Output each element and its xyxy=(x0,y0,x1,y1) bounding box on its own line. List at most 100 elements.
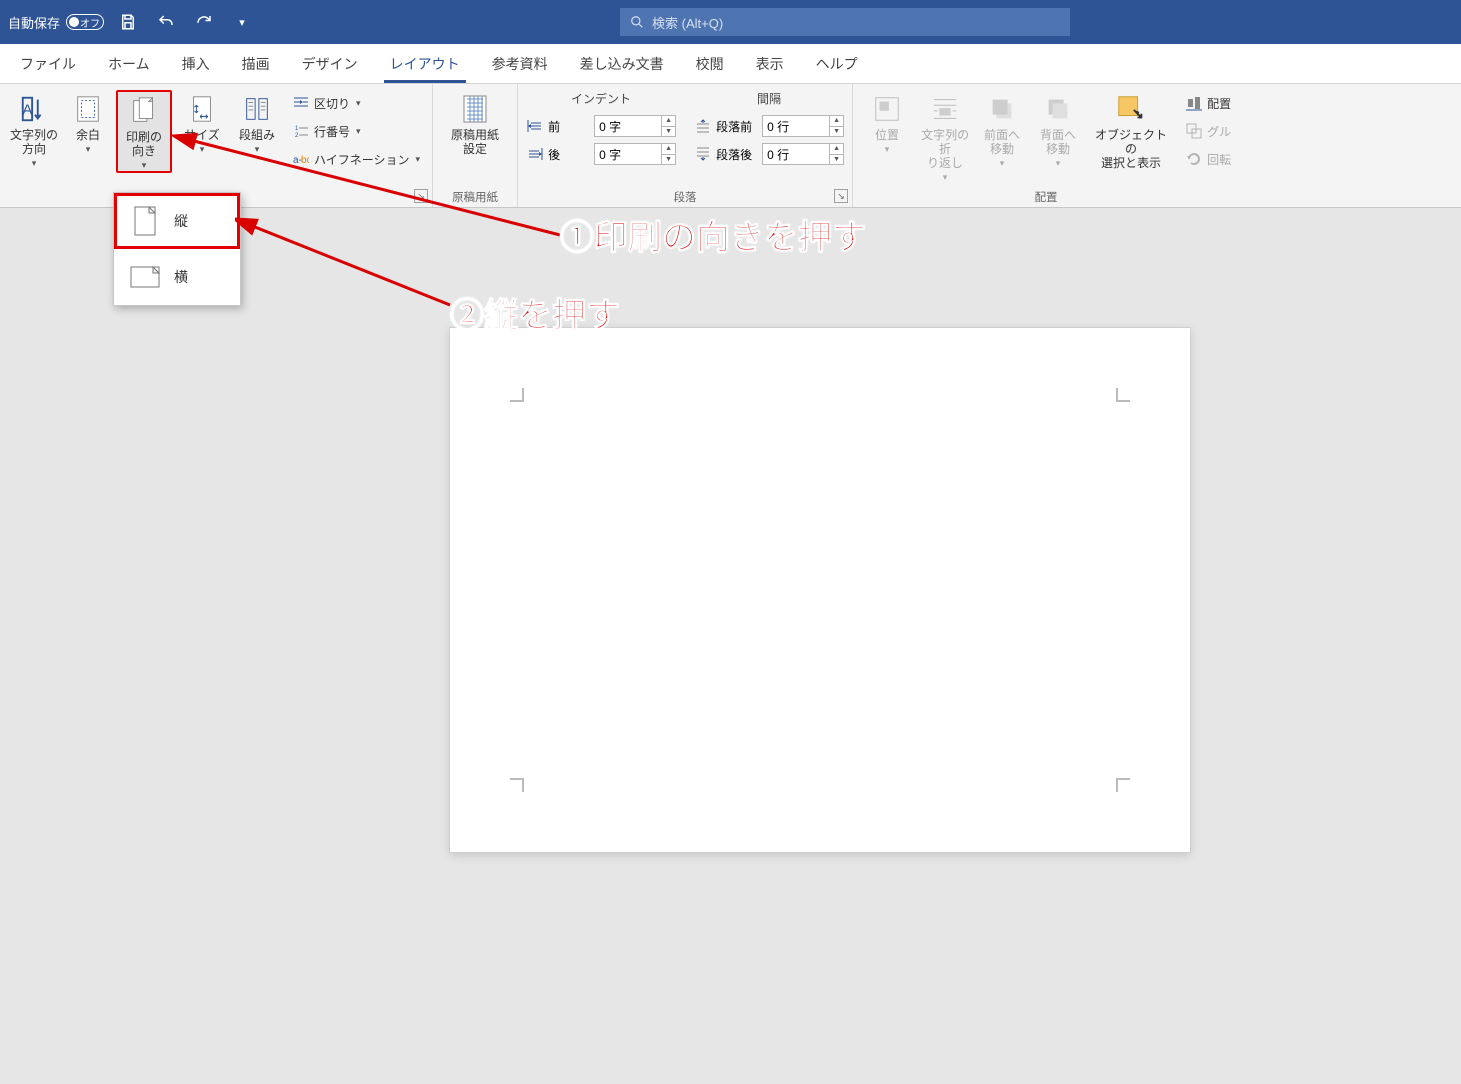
margins-icon xyxy=(71,92,105,126)
spin-up-icon[interactable]: ▲ xyxy=(661,144,675,155)
group-page-setup: A 文字列の 方向 ▾ 余白 ▾ 印刷の 向き ▾ xyxy=(0,84,433,207)
spacing-before-spinner[interactable]: ▲▼ xyxy=(762,115,844,137)
group-icon xyxy=(1185,122,1203,140)
pagesetup-dialog-launcher[interactable]: ↘ xyxy=(414,189,428,203)
orientation-portrait[interactable]: 縦 xyxy=(114,193,240,249)
spin-down-icon[interactable]: ▼ xyxy=(661,127,675,137)
spacing-after-icon xyxy=(694,146,712,162)
group-label-arrange: 配置 xyxy=(861,187,1231,205)
indent-left-spinner[interactable]: ▲▼ xyxy=(594,115,676,137)
align-icon xyxy=(1185,94,1203,112)
tab-layout[interactable]: レイアウト xyxy=(374,44,476,83)
wrap-icon xyxy=(928,92,962,126)
search-icon xyxy=(630,15,644,29)
crop-mark xyxy=(1116,388,1130,402)
landscape-icon xyxy=(130,261,160,293)
orientation-button[interactable]: 印刷の 向き ▾ xyxy=(116,90,172,173)
columns-button[interactable]: 段組み ▾ xyxy=(232,90,282,155)
chevron-down-icon: ▾ xyxy=(86,144,91,155)
spin-down-icon[interactable]: ▼ xyxy=(829,155,843,165)
ribbon-layout: A 文字列の 方向 ▾ 余白 ▾ 印刷の 向き ▾ xyxy=(0,84,1461,208)
chevron-down-icon: ▾ xyxy=(255,144,260,155)
spin-up-icon[interactable]: ▲ xyxy=(661,116,675,127)
autosave-toggle[interactable]: 自動保存 オフ xyxy=(8,13,104,32)
spacing-title: 間隔 xyxy=(694,90,844,107)
text-direction-icon: A xyxy=(17,92,51,126)
spacing-after-spinner[interactable]: ▲▼ xyxy=(762,143,844,165)
save-icon[interactable] xyxy=(114,8,142,36)
spin-up-icon[interactable]: ▲ xyxy=(829,116,843,127)
search-box[interactable]: 検索 (Alt+Q) xyxy=(620,8,1070,36)
svg-text:A: A xyxy=(22,102,32,119)
spacing-after-row: 段落後 ▲▼ xyxy=(694,143,844,165)
hyphenation-button[interactable]: a-bc ハイフネーション ▾ xyxy=(292,146,420,172)
qat-more-icon[interactable]: ▾ xyxy=(228,8,256,36)
manuscript-icon xyxy=(458,92,492,126)
indent-title: インデント xyxy=(526,90,676,107)
group-label-manuscript: 原稿用紙 xyxy=(441,187,509,205)
breaks-button[interactable]: 区切り ▾ xyxy=(292,90,420,116)
size-icon xyxy=(185,92,219,126)
position-button: 位置▾ xyxy=(861,90,913,155)
crop-mark xyxy=(510,388,524,402)
tab-draw[interactable]: 描画 xyxy=(226,44,286,83)
tab-file[interactable]: ファイル xyxy=(4,44,92,83)
group-label-paragraph: 段落 xyxy=(526,187,844,205)
spin-down-icon[interactable]: ▼ xyxy=(661,155,675,165)
indent-right-input[interactable] xyxy=(595,144,661,164)
undo-icon[interactable] xyxy=(152,8,180,36)
selection-pane-icon xyxy=(1114,92,1148,126)
send-backward-icon xyxy=(1041,92,1075,126)
portrait-icon xyxy=(130,205,160,237)
margins-button[interactable]: 余白 ▾ xyxy=(66,90,110,155)
tab-home[interactable]: ホーム xyxy=(92,44,166,83)
size-button[interactable]: サイズ ▾ xyxy=(178,90,226,155)
chevron-down-icon: ▾ xyxy=(356,98,361,109)
spacing-before-icon xyxy=(694,118,712,134)
indent-left-input[interactable] xyxy=(595,116,661,136)
columns-icon xyxy=(240,92,274,126)
tab-references[interactable]: 参考資料 xyxy=(476,44,564,83)
position-icon xyxy=(870,92,904,126)
spin-up-icon[interactable]: ▲ xyxy=(829,144,843,155)
page[interactable] xyxy=(450,328,1190,852)
orientation-menu: 縦 横 xyxy=(113,192,241,306)
line-numbers-button[interactable]: 12 行番号 ▾ xyxy=(292,118,420,144)
tab-design[interactable]: デザイン xyxy=(286,44,374,83)
text-direction-button[interactable]: A 文字列の 方向 ▾ xyxy=(8,90,60,169)
chevron-down-icon: ▾ xyxy=(200,144,205,155)
spacing-after-input[interactable] xyxy=(763,144,829,164)
breaks-icon xyxy=(292,94,310,112)
indent-left-row: 前 ▲▼ xyxy=(526,115,676,137)
align-button[interactable]: 配置 xyxy=(1185,90,1231,116)
document-canvas[interactable] xyxy=(0,208,1461,1084)
spin-down-icon[interactable]: ▼ xyxy=(829,127,843,137)
tab-insert[interactable]: 挿入 xyxy=(166,44,226,83)
indent-right-row: 後 ▲▼ xyxy=(526,143,676,165)
group-objects-button[interactable]: グル xyxy=(1185,118,1231,144)
redo-icon[interactable] xyxy=(190,8,218,36)
indent-right-icon xyxy=(526,146,544,162)
autosave-state: オフ xyxy=(66,14,104,30)
chevron-down-icon: ▾ xyxy=(32,158,37,169)
indent-right-spinner[interactable]: ▲▼ xyxy=(594,143,676,165)
autosave-label: 自動保存 xyxy=(8,13,60,32)
selection-pane-button[interactable]: オブジェクトの 選択と表示 xyxy=(1089,90,1173,170)
tab-review[interactable]: 校閲 xyxy=(680,44,740,83)
svg-text:1: 1 xyxy=(295,126,299,132)
chevron-down-icon: ▾ xyxy=(142,160,147,171)
tab-mailings[interactable]: 差し込み文書 xyxy=(564,44,680,83)
crop-mark xyxy=(510,778,524,792)
manuscript-button[interactable]: 原稿用紙 設定 xyxy=(441,90,509,156)
chevron-down-icon: ▾ xyxy=(416,154,421,165)
spacing-before-input[interactable] xyxy=(763,116,829,136)
svg-text:2: 2 xyxy=(295,133,299,139)
paragraph-dialog-launcher[interactable]: ↘ xyxy=(834,189,848,203)
spacing-before-row: 段落前 ▲▼ xyxy=(694,115,844,137)
tab-help[interactable]: ヘルプ xyxy=(800,44,874,83)
wrap-text-button: 文字列の折 り返し▾ xyxy=(919,90,971,183)
orientation-landscape[interactable]: 横 xyxy=(114,249,240,305)
rotate-button[interactable]: 回転 xyxy=(1185,146,1231,172)
chevron-down-icon: ▾ xyxy=(356,126,361,137)
tab-view[interactable]: 表示 xyxy=(740,44,800,83)
